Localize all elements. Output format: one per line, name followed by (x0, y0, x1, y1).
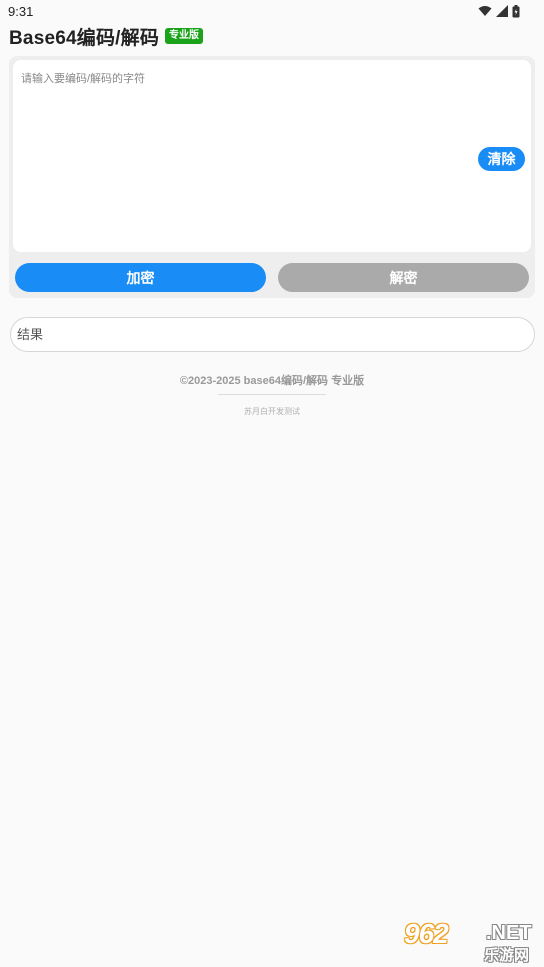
page-title: Base64编码/解码 (9, 27, 160, 49)
watermark-number: 962 (404, 918, 449, 949)
footer-copyright: ©2023-2025 base64编码/解码 专业版 (179, 375, 365, 387)
signal-icon (496, 5, 508, 17)
watermark-domain: .NET (486, 922, 532, 944)
app-header: Base64编码/解码 专业版 (9, 24, 204, 49)
wifi-icon (478, 6, 492, 16)
footer-developer: 苏月白开发测试 (244, 407, 300, 416)
input-textarea[interactable] (13, 60, 531, 252)
action-buttons: 加密 解密 (15, 263, 529, 292)
battery-icon (512, 4, 520, 17)
input-card: 清除 加密 解密 (9, 56, 535, 298)
clear-button[interactable]: 清除 (478, 147, 525, 171)
decode-button[interactable]: 解密 (278, 263, 529, 292)
textarea-container: 清除 (13, 60, 531, 252)
status-bar: 9:31 (0, 0, 544, 22)
watermark-site-name: 乐游网 (484, 947, 530, 964)
result-field[interactable] (10, 317, 535, 352)
status-time: 9:31 (8, 4, 34, 19)
status-icons (478, 4, 520, 18)
footer-divider (218, 394, 326, 395)
watermark-logo: 962 .NET 乐游网 (404, 918, 538, 964)
encode-button[interactable]: 加密 (15, 263, 266, 292)
pro-badge: 专业版 (165, 28, 204, 44)
